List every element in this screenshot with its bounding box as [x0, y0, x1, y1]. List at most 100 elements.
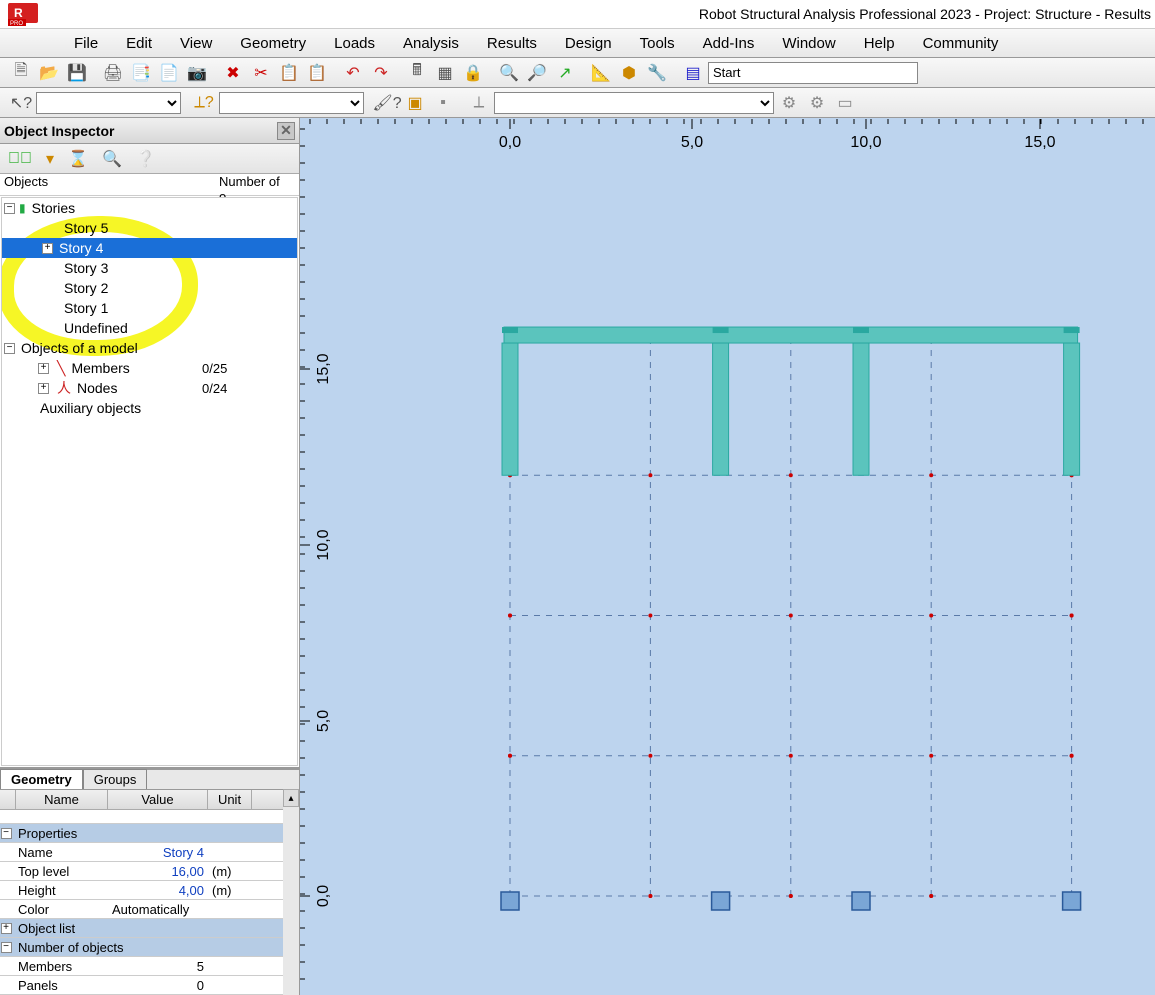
object-inspector-title: Object Inspector — [4, 123, 114, 139]
settings-icon[interactable]: 🔧 — [644, 61, 670, 85]
object-inspector-columns: Objects Number of o... — [0, 174, 299, 196]
delete-icon[interactable]: ✖ — [220, 61, 246, 85]
open-icon[interactable]: 📂 — [36, 61, 62, 85]
tree-stories[interactable]: − ▮ Stories — [2, 198, 297, 218]
expand-icon[interactable]: + — [38, 363, 49, 374]
screenshot-icon[interactable]: 📷 — [184, 61, 210, 85]
lock-icon[interactable]: 🔒 — [460, 61, 486, 85]
menu-help[interactable]: Help — [850, 33, 909, 54]
combo-2[interactable] — [219, 92, 364, 114]
redo-icon[interactable]: ↷ — [368, 61, 394, 85]
prop-row[interactable]: NameStory 4 — [0, 843, 283, 862]
menu-file[interactable]: File — [60, 33, 112, 54]
members-icon: ╲ — [57, 360, 65, 377]
section-help-icon[interactable]: ⟂? — [191, 91, 217, 115]
toolbar-secondary: ↖? ⟂? 🖌? ▣ ▪ ⟂ ⚙ ⚙ ▭ — [0, 88, 1155, 118]
menu-community[interactable]: Community — [909, 33, 1013, 54]
zoom-window-icon[interactable]: 🔎 — [524, 61, 550, 85]
paste-icon[interactable]: 📋 — [304, 61, 330, 85]
filter3-icon[interactable]: ⌛ — [68, 149, 88, 169]
tree-nodes[interactable]: + 人 Nodes 0/24 — [2, 378, 297, 398]
tool-b-icon[interactable]: ⚙ — [804, 91, 830, 115]
combo-3[interactable] — [494, 92, 774, 114]
pointer-help-icon[interactable]: ↖? — [8, 91, 34, 115]
combo-1[interactable] — [36, 92, 181, 114]
support-icon[interactable]: ⟂ — [466, 91, 492, 115]
3d-icon[interactable]: ⬢ — [616, 61, 642, 85]
tab-groups[interactable]: Groups — [83, 769, 148, 789]
tree-aux[interactable]: Auxiliary objects — [2, 398, 297, 418]
toolbar-main: 🗎 📂 💾 🖨 📑 📄 📷 ✖ ✂ 📋 📋 ↶ ↷ 🖩 ▦ 🔒 🔍 🔎 ↗ 📐 … — [0, 58, 1155, 88]
prop-row[interactable]: Top level16,00(m) — [0, 862, 283, 881]
menu-loads[interactable]: Loads — [320, 33, 389, 54]
prop-row: Members5 — [0, 957, 283, 976]
preview-icon[interactable]: 📑 — [128, 61, 154, 85]
tree-story-5[interactable]: Story 5 — [2, 218, 297, 238]
calc-icon[interactable]: 🖩 — [404, 61, 430, 85]
tool-a-icon[interactable]: ⚙ — [776, 91, 802, 115]
prop-scrollbar[interactable]: ▴ — [283, 789, 299, 995]
filter2-icon[interactable]: ▾ — [46, 149, 54, 169]
tool-c-icon[interactable]: ▭ — [832, 91, 858, 115]
svg-text:R: R — [14, 6, 23, 20]
brush-help-icon[interactable]: 🖌? — [374, 91, 400, 115]
tree-story-4[interactable]: + Story 4 — [2, 238, 297, 258]
expand-icon[interactable]: + — [38, 383, 49, 394]
expand-icon[interactable]: + — [1, 923, 12, 934]
collapse-icon[interactable]: − — [4, 343, 15, 354]
save-icon[interactable]: 💾 — [64, 61, 90, 85]
svg-text:5,0: 5,0 — [681, 134, 703, 151]
start-input[interactable] — [708, 62, 918, 84]
prop-section-properties[interactable]: − Properties — [0, 824, 283, 843]
tree-objects-model[interactable]: − Objects of a model — [2, 338, 297, 358]
menu-addins[interactable]: Add-Ins — [689, 33, 769, 54]
prop-row[interactable]: Height4,00(m) — [0, 881, 283, 900]
object-tree[interactable]: − ▮ Stories Story 5 + Story 4 Story 3 St… — [1, 197, 298, 766]
menu-results[interactable]: Results — [473, 33, 551, 54]
prop-row: Panels0 — [0, 976, 283, 995]
cut-icon[interactable]: ✂ — [248, 61, 274, 85]
tree-story-1[interactable]: Story 1 — [2, 298, 297, 318]
tree-members[interactable]: + ╲ Members 0/25 — [2, 358, 297, 378]
svg-text:PRO: PRO — [10, 21, 23, 27]
table-icon[interactable]: ▦ — [432, 61, 458, 85]
zoom-icon[interactable]: 🔍 — [496, 61, 522, 85]
menu-analysis[interactable]: Analysis — [389, 33, 473, 54]
prop-section-numobjects[interactable]: − Number of objects — [0, 938, 283, 957]
new-icon[interactable]: 🗎 — [8, 61, 34, 85]
expand-icon[interactable]: + — [42, 243, 53, 254]
close-icon[interactable]: ✕ — [277, 122, 295, 140]
menu-edit[interactable]: Edit — [112, 33, 166, 54]
help-icon[interactable]: ❔ — [136, 149, 156, 169]
collapse-icon[interactable]: − — [4, 203, 15, 214]
collapse-icon[interactable]: − — [1, 828, 12, 839]
collapse-icon[interactable]: − — [1, 942, 12, 953]
svg-text:0,0: 0,0 — [499, 134, 521, 151]
tree-story-2[interactable]: Story 2 — [2, 278, 297, 298]
prop-row[interactable]: ColorAutomatically — [0, 900, 283, 919]
menu-geometry[interactable]: Geometry — [226, 33, 320, 54]
layout-icon[interactable]: ▤ — [680, 61, 706, 85]
menu-window[interactable]: Window — [768, 33, 849, 54]
window-icon[interactable]: ▣ — [402, 91, 428, 115]
prop-section-objectlist[interactable]: + Object list — [0, 919, 283, 938]
svg-text:5,0: 5,0 — [315, 710, 332, 732]
undo-icon[interactable]: ↶ — [340, 61, 366, 85]
edit-tool-icon[interactable]: ↗ — [552, 61, 578, 85]
panel-icon[interactable]: ▪ — [430, 91, 456, 115]
menu-design[interactable]: Design — [551, 33, 626, 54]
search-icon[interactable]: 🔍 — [102, 149, 122, 169]
stories-icon: ▮ — [19, 201, 26, 215]
title-bar: RPRO Robot Structural Analysis Professio… — [0, 0, 1155, 28]
filter1-icon[interactable]: �⃓ — [8, 150, 32, 168]
tab-geometry[interactable]: Geometry — [0, 769, 83, 789]
tree-undef[interactable]: Undefined — [2, 318, 297, 338]
measure-icon[interactable]: 📐 — [588, 61, 614, 85]
menu-view[interactable]: View — [166, 33, 226, 54]
menu-tools[interactable]: Tools — [626, 33, 689, 54]
copy-icon[interactable]: 📋 — [276, 61, 302, 85]
print-icon[interactable]: 🖨 — [100, 61, 126, 85]
tree-story-3[interactable]: Story 3 — [2, 258, 297, 278]
page-setup-icon[interactable]: 📄 — [156, 61, 182, 85]
model-canvas[interactable]: 0,05,010,015,00,05,010,015,0 — [300, 118, 1155, 995]
